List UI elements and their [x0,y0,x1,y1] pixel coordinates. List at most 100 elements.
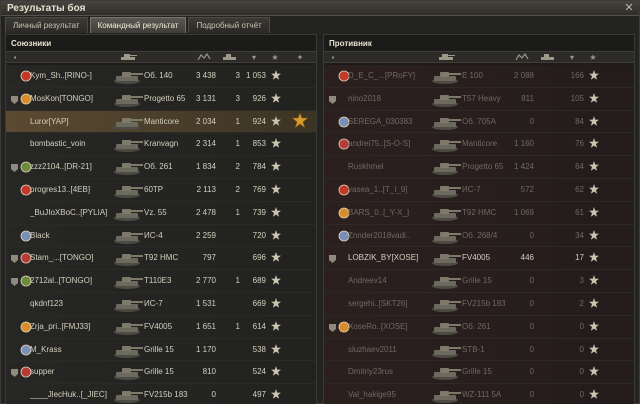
damage-column-icon[interactable] [192,53,216,62]
player-name[interactable]: sergehi..[SKT26] [348,299,428,308]
table-row[interactable]: BARS_0..[_Y-X_] T92 HMC 1 069 61 [324,201,634,225]
player-name[interactable]: progres13..[4EB] [30,185,110,194]
table-row[interactable]: ____JlecHuk..[_JIEC] FV215b 183 0 497 [6,384,316,404]
tank-silhouette-icon [430,114,462,131]
table-row[interactable]: Kym_Sh..[RINO-] Об. 140 3 438 3 1 053 [6,65,316,88]
tank-silhouette-icon [112,68,144,85]
experience-star-icon [589,229,599,240]
damage-column-icon[interactable] [510,53,534,62]
experience-star-icon[interactable]: ★ [268,53,282,62]
table-row[interactable]: vasea_1..[T_I_9] ИС-7 572 62 [324,178,634,202]
tank-silhouette-icon [430,136,462,153]
vehicle-column-icon[interactable] [118,53,140,62]
table-row[interactable]: sergehi..[SKT26] FV215b 183 0 2 [324,292,634,316]
table-row[interactable]: sluzhaev2011 STB-1 0 0 [324,338,634,362]
tab-team-result[interactable]: Командный результат [89,17,187,33]
player-name[interactable]: 2712al..[TONGO] [30,276,110,285]
kills-value: 1 [235,116,240,126]
player-name[interactable]: vasea_1..[T_I_9] [348,185,428,194]
player-name[interactable]: LOBZIK_BY[XOSE] [348,253,428,262]
table-row[interactable]: Andreev14 Grille 15 0 3 [324,270,634,293]
player-name[interactable]: Val_hakige95 [348,390,428,399]
table-row[interactable]: Black ИС-4 2 259 720 [6,224,316,248]
player-name[interactable]: MosKon[TONGO] [30,94,110,103]
experience-star-icon [589,389,599,399]
table-row[interactable]: _BuJIoXBoC..[PYLIA] Vz. 55 2 478 1 739 [6,201,316,225]
player-name[interactable]: SEREGA_030383 [348,117,428,126]
window-title: Результаты боя [7,3,86,14]
player-name[interactable]: sluzhaev2011 [348,345,428,354]
table-row[interactable]: SEREGA_030383 Об. 705А 0 84 [324,110,634,134]
player-name[interactable]: nino2018 [348,94,428,103]
xp-sort-icon[interactable]: ▾ [242,53,266,62]
table-row[interactable]: Zrja_pri..[FMJ33] FV4005 1 651 1 614 [6,315,316,339]
experience-star-icon [271,366,281,377]
player-name[interactable]: Dmitriy23rus [348,367,428,376]
xp-sort-icon[interactable]: ▾ [560,53,584,62]
player-name[interactable]: XoseRo..[XOSE] [348,322,428,331]
medal-column-icon[interactable]: ✦ [292,53,308,62]
player-name[interactable]: Black [30,231,110,240]
table-row[interactable]: 2712al..[TONGO] T110E3 2 770 1 689 [6,270,316,293]
xp-value: 524 [252,367,266,377]
table-row[interactable]: supper Grille 15 810 524 [6,361,316,385]
tank-silhouette-icon [112,296,144,313]
table-row[interactable]: andrei75..[S-O-S] Manticore 1 160 76 [324,133,634,157]
table-row[interactable]: Dmitriy23rus Grille 15 0 0 [324,361,634,385]
table-row[interactable]: progres13..[4EB] 60TP 2 113 2 769 [6,178,316,202]
mastery-medal-icon[interactable] [291,111,309,129]
tank-silhouette-icon [430,364,462,381]
player-name[interactable]: _BuJIoXBoC..[PYLIA] [30,208,110,217]
table-row[interactable]: qkdnf123 ИС-7 1 531 669 [6,292,316,316]
player-name[interactable]: Andreev14 [348,276,428,285]
experience-star-icon [271,297,281,308]
platoon-icon [328,254,337,264]
table-row[interactable]: D_E_C_...[PRoFY] E 100 2 088 166 [324,65,634,88]
table-row[interactable]: XoseRo..[XOSE] Об. 261 0 0 [324,315,634,339]
tank-silhouette-icon [430,342,462,359]
table-row[interactable]: nino2018 T57 Heavy 811 105 [324,87,634,111]
allies-panel: Союзники ▪ ▾ ★ ✦ Kym_Sh..[RINO-] Об. 140 3… [5,34,317,404]
player-name[interactable]: qkdnf123 [30,299,110,308]
table-row[interactable]: Znnder2018vadi.. Об. 268/4 0 34 [324,224,634,248]
experience-star-icon [589,252,599,263]
table-row[interactable]: bombastic_voin Kranvagn 2 314 1 853 [6,133,316,157]
player-name[interactable]: Ruskhmel [348,162,428,171]
player-name[interactable]: Znnder2018vadi.. [348,231,428,240]
close-icon[interactable]: ✕ [623,2,635,14]
tab-detailed-report[interactable]: Подробный отчёт [188,17,270,33]
kills-column-icon[interactable] [538,53,558,62]
player-name[interactable]: Zrja_pri..[FMJ33] [30,322,110,331]
platoon-column-icon[interactable]: ▪ [10,53,20,62]
player-name[interactable]: D_E_C_...[PRoFY] [348,71,428,80]
tab-personal-result[interactable]: Личный результат [5,17,88,33]
platoon-column-icon[interactable]: ▪ [328,53,338,62]
player-name[interactable]: BARS_0..[_Y-X_] [348,208,428,217]
player-name[interactable]: Kym_Sh..[RINO-] [30,71,110,80]
player-name[interactable]: zzz2104..[DR-21] [30,162,110,171]
table-row[interactable]: Luror[YAP] Manticore 2 034 1 924 [6,110,316,134]
player-name[interactable]: Luror[YAP] [30,117,110,126]
experience-star-icon [271,275,281,285]
table-row[interactable]: Val_hakige95 WZ-111 5A 0 0 [324,384,634,404]
kills-column-icon[interactable] [220,53,240,62]
table-row[interactable]: zzz2104..[DR-21] Об. 261 1 834 2 784 [6,156,316,179]
experience-star-icon[interactable]: ★ [586,53,600,62]
xp-value: 105 [570,93,584,103]
table-row[interactable]: MosKon[TONGO] Progetto 65 3 131 3 926 [6,87,316,111]
player-name[interactable]: andrei75..[S-O-S] [348,139,428,148]
xp-value: 3 [579,276,584,286]
table-row[interactable]: M_Krass Grille 15 1 170 538 [6,338,316,362]
table-row[interactable]: Stam_...[TONGO] T92 HMC 797 696 [6,247,316,271]
player-name[interactable]: bombastic_voin [30,139,110,148]
table-row[interactable]: LOBZIK_BY[XOSE] FV4005 446 17 [324,247,634,271]
vehicle-column-icon[interactable] [436,53,458,62]
player-name[interactable]: ____JlecHuk..[_JIEC] [30,390,110,399]
player-name[interactable]: M_Krass [30,345,110,354]
player-name[interactable]: supper [30,367,110,376]
table-row[interactable]: Ruskhmel Progetto 65 1 424 64 [324,156,634,179]
experience-star-icon [271,183,281,194]
damage-value: 0 [529,321,534,331]
damage-value: 2 770 [195,276,216,286]
player-name[interactable]: Stam_...[TONGO] [30,253,110,262]
